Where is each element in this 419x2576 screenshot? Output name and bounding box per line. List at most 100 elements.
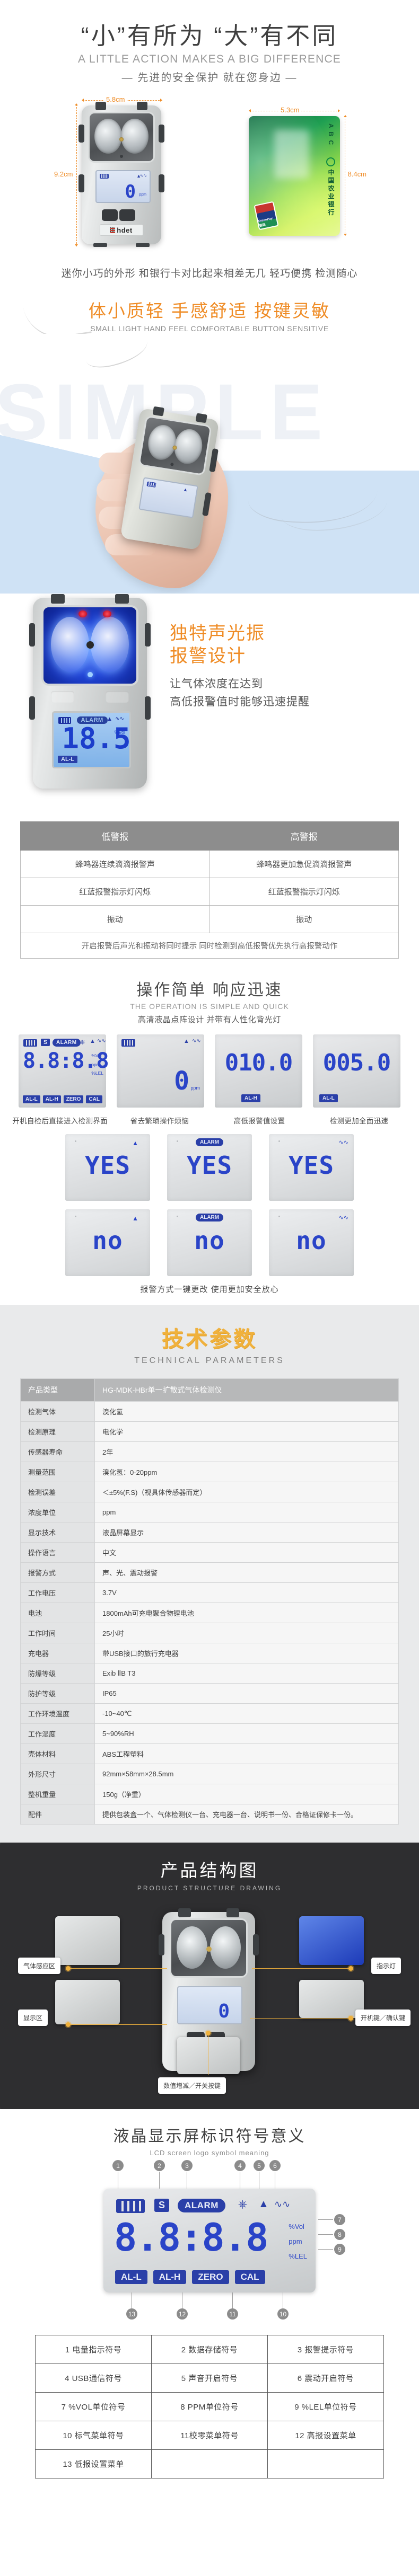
table-row: 工作湿度 5~90%RH [20,1723,399,1745]
tech-value-1: 溴化氢 [94,1401,399,1422]
struct-side-right [253,1934,259,1956]
legend-number-7: 7 [334,2214,345,2226]
struct-lcd-value: 0 [218,2000,230,2023]
tech-key-19: 外形尺寸 [20,1764,95,1785]
thumb-sensor-area [55,1916,120,1966]
table-row: 报警方式 声、光、震动报警 [20,1562,399,1583]
thumb-value-buttons [177,2037,240,2075]
lcd-no3-vibration-icon: ∿∿ [338,1215,348,1221]
tech-key-2: 检测原理 [20,1421,95,1442]
device-dimension-group: 5.8cm 9.2cm ▲ ∿∿ 0 ppm hdet [52,95,170,252]
legend-unit-lel: %LEL [289,2252,307,2261]
tech-key-3: 传感器寿命 [20,1441,95,1463]
alarm-table-footer: 开启报警后声光和振动将同时提示 同时检测到高低报警优先执行高报警动作 [20,933,399,959]
legend-menu-al-h: AL-H [153,2270,187,2285]
legend-bell-icon: ▲ [258,2198,269,2210]
lcd1-bell-icon: ▲ [90,1038,95,1045]
card-height-arrow-up [344,115,347,118]
callout-power-confirm-key: 开机键／确认键 [355,2010,411,2026]
tech-value-6: ppm [94,1502,399,1523]
legend-usb-icon: ⎈ [238,2198,247,2211]
lcd2-battery-icon [121,1039,135,1047]
operation-section: 操作简单 响应迅速 THE OPERATION IS SIMPLE AND QU… [0,959,419,1306]
table-row: 10 标气菜单符号 11校零菜单符号 12 高报设置菜单 [35,2421,384,2450]
legend-cell-7: 7 %VOL单位符号 [35,2392,152,2422]
legend-number-4: 4 [234,2160,246,2172]
feature-headline-section: 体小质轻 手感舒适 按键灵敏 SMALL LIGHT HAND FEEL COM… [0,294,419,343]
device-button-left[interactable] [102,209,118,222]
alarm-vibration-icon: ∿∿ [115,716,124,722]
legend-digits: 8.8:8.8 [114,2215,268,2260]
alarm-clip-left [51,594,65,604]
tech-title-en: TECHNICAL PARAMETERS [134,1356,285,1366]
operation-captions-row-1: 开机自检后直接进入检测界面 省去繁琐操作烦恼 高低报警值设置 检测更加全面迅速 [0,1115,419,1126]
tech-key-21: 配件 [20,1804,95,1825]
lcd-screen-reading: ▲ ∿∿ 0 ppm [117,1034,204,1108]
legend-unit-vol: %Vol [289,2223,304,2231]
lcd2-unit: ppm [190,1085,200,1091]
lcd-no-vibrate: ∿∿ no [269,1209,354,1277]
table-row: 蜂鸣器连续滴滴报警声 蜂鸣器更加急促滴滴报警声 [20,850,399,879]
lcd3-value: 010.0 [224,1049,293,1077]
lcd1-alarm-badge: ALARM [53,1039,81,1047]
device-width-arrow-right [160,99,162,102]
device2-battery-icon [146,481,156,488]
table-row: 整机重量 150g（净重） [20,1784,399,1805]
legend-cell-8: 8 PPM单位符号 [151,2392,268,2422]
vibration-icon: ∿∿ [139,173,147,179]
device-side-button-left-bottom [78,174,84,193]
lcd-no3-word: no [296,1226,327,1255]
tech-title-block: 技术参数 TECHNICAL PARAMETERS [0,1321,419,1366]
tech-value-20: 150g（净重） [94,1784,399,1805]
operation-screen-row-3: ▲ no ALARM no ∿∿ no [0,1209,419,1277]
table-row: 4 USB通信符号 5 声音开启符号 6 震动开启符号 [35,2363,384,2393]
device-height-line [76,104,77,247]
lcd-no3-dot [278,1216,280,1218]
struct-clip-right [226,1908,239,1918]
alarm-cell-high-2: 红蓝报警指示灯闪烁 [209,878,399,906]
lcd-legend-table: 1 电量指示符号 2 数据存储符号 3 报警提示符号 4 USB通信符号 5 声… [35,2335,384,2479]
alarm-table-header-high: 高警报 [209,821,399,851]
alarm-title-line2: 报警设计 [170,645,246,666]
table-row: 传感器寿命 2年 [20,1441,399,1463]
lcd-no2-alarm-badge: ALARM [196,1214,224,1222]
operation-caption-4: 检测更加全面迅速 [329,1117,389,1126]
tech-value-18: ABS工程塑料 [94,1743,399,1765]
card-brand-cn: 中国农业银行 [327,169,335,217]
tech-value-19: 92mm×58mm×28.5mm [94,1764,399,1785]
legend-alarm-badge: ALARM [178,2199,225,2213]
alarm-led-blue [87,672,93,678]
lcd-yes3-word: YES [288,1151,335,1180]
device-lcd-unit: ppm [139,193,146,197]
tech-title-cn: 技术参数 [162,1327,257,1352]
table-row: 产品类型 HG-MDK-HBr单一扩散式气体检测仪 [20,1378,399,1402]
alarm-side-right-2 [145,696,151,720]
lcd2-vibration-icon: ∿∿ [192,1038,201,1044]
tech-value-0: HG-MDK-HBr单一扩散式气体检测仪 [94,1378,399,1402]
alarm-side-right [145,623,151,647]
table-row: 充电器 带USB接口的旅行充电器 [20,1643,399,1664]
card-glare-overlay [274,130,309,179]
device-buttons[interactable] [102,209,135,222]
operation-caption-1: 开机自检后直接进入检测界面 [12,1117,108,1126]
device-button-right[interactable] [119,209,135,222]
legend-number-6: 6 [269,2160,281,2172]
lcd2-value: 0 [174,1066,189,1096]
legend-menu-cal: CAL [234,2270,265,2285]
alarm-side-left-2 [29,696,35,720]
lcd1-menu-tags: AL-L AL-H ZERO CAL [23,1095,103,1104]
legend-number-12: 12 [177,2308,188,2320]
lcd-legend-title-en: LCD screen logo symbol meaning [150,2149,269,2157]
alarm-device: ALARM ▲ ∿∿ 18.5 %Vol AL-L [29,594,151,789]
legend-cell-10: 10 标气菜单符号 [35,2421,152,2450]
legend-vibration-icon: ∿∿ [274,2199,291,2210]
tech-value-21: 提供包装盒一个、气体检测仪一台、充电器一台、说明书一份、合格证保修卡一份。 [94,1804,399,1825]
lcd1-unit-vol: %Vol [91,1053,102,1059]
alarm-design-section: ALARM ▲ ∿∿ 18.5 %Vol AL-L 独特声光振 报警设计 让气体… [0,594,419,822]
legend-cell-3: 3 报警提示符号 [267,2335,384,2365]
card-height-label: 8.4cm [345,170,369,179]
structure-title-cn: 产品结构图 [160,1861,259,1881]
lcd1-storage-badge: S [41,1039,50,1047]
legend-cell-13: 13 低报设置菜单 [35,2449,152,2479]
table-row: 工作时间 25小时 [20,1623,399,1644]
